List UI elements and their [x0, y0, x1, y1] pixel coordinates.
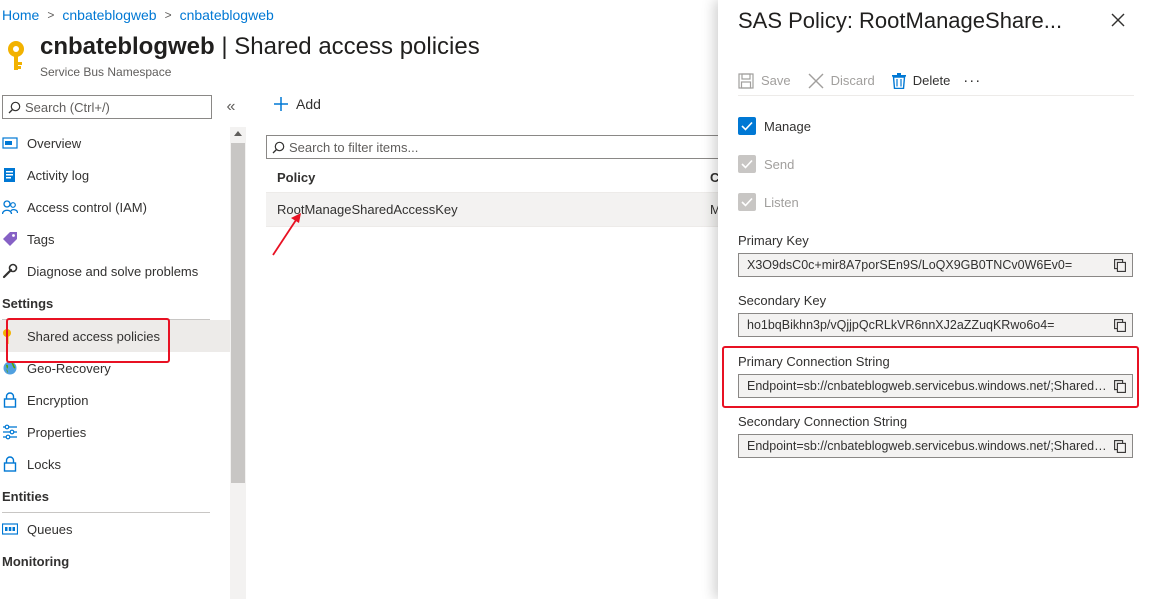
save-icon [738, 72, 754, 89]
close-blade-button[interactable] [1106, 8, 1130, 32]
sidebar-item-label: Encryption [27, 392, 89, 408]
blade-title: SAS Policy: RootManageShare... [738, 8, 1063, 33]
secondary-key-label: Secondary Key [738, 293, 827, 308]
lock-icon [3, 392, 17, 408]
more-options-button[interactable]: ··· [963, 72, 981, 89]
sidebar-item-activity-log[interactable]: Activity log [0, 159, 230, 191]
sidebar-item-diagnose[interactable]: Diagnose and solve problems [0, 255, 230, 287]
sidebar-item-label: Tags [27, 231, 55, 247]
trash-icon [891, 72, 906, 89]
chevron-right-icon: > [47, 8, 55, 22]
sidebar-item-properties[interactable]: Properties [0, 416, 230, 448]
sidebar-item-queues[interactable]: Queues [0, 513, 230, 545]
page-subtitle: Service Bus Namespace [40, 65, 172, 79]
lock-icon [3, 456, 17, 472]
people-icon [2, 200, 18, 215]
table-header: Policy C [266, 163, 726, 193]
sidebar-item-label: Overview [27, 135, 82, 151]
queue-icon [2, 523, 18, 535]
checkmark-icon [738, 193, 756, 211]
discard-label: Discard [830, 73, 875, 88]
sidebar-item-overview[interactable]: Overview [0, 127, 230, 159]
copy-icon[interactable] [1114, 319, 1126, 332]
manage-checkbox[interactable]: Manage [738, 117, 811, 135]
sidebar-item-label: Properties [27, 424, 87, 440]
scroll-up-arrow-icon[interactable] [234, 131, 242, 136]
checkmark-icon [738, 155, 756, 173]
discard-icon [808, 73, 824, 88]
breadcrumb-current[interactable]: cnbateblogweb [180, 7, 274, 23]
sidebar-section-entities: Entities [2, 488, 49, 504]
activity-log-icon [4, 168, 15, 182]
copy-icon[interactable] [1114, 440, 1126, 453]
discard-button[interactable]: Discard [808, 73, 875, 89]
collapse-sidebar-button[interactable]: « [222, 95, 240, 119]
delete-button[interactable]: Delete [891, 72, 951, 89]
blade-toolbar: Save Discard Delete ··· [738, 66, 1134, 96]
primary-key-field[interactable]: X3O9dsC0c+mir8A7porSEn9S/LoQX9GB0TNCv0W6… [738, 253, 1133, 277]
sas-policy-blade: SAS Policy: RootManageShare... Save Disc… [718, 0, 1149, 599]
close-icon [1111, 13, 1125, 27]
sidebar-item-label: Queues [27, 521, 73, 537]
sidebar-item-locks[interactable]: Locks [0, 448, 230, 480]
filter-input[interactable] [289, 139, 689, 155]
breadcrumb-home[interactable]: Home [2, 7, 39, 23]
sidebar-search[interactable] [2, 95, 212, 119]
sidebar-item-tags[interactable]: Tags [0, 223, 230, 255]
secondary-connection-string-label: Secondary Connection String [738, 414, 908, 429]
sidebar-scrollbar[interactable] [230, 127, 246, 599]
add-policy-button[interactable]: Add [274, 96, 321, 112]
highlight-box-nav [6, 318, 170, 363]
key-icon [8, 41, 24, 70]
breadcrumb: Home > cnbateblogweb > cnbateblogweb [2, 7, 274, 23]
checkmark-icon [738, 117, 756, 135]
column-header-policy[interactable]: Policy [277, 170, 315, 185]
scrollbar-thumb[interactable] [231, 143, 245, 483]
delete-label: Delete [912, 73, 951, 88]
policies-table: Policy C RootManageSharedAccessKey M [266, 163, 726, 227]
sidebar-search-input[interactable] [25, 99, 195, 115]
sidebar-item-encryption[interactable]: Encryption [0, 384, 230, 416]
sidebar-item-label: Locks [27, 456, 61, 472]
tag-icon [3, 232, 17, 246]
sidebar-section-monitoring: Monitoring [2, 553, 70, 569]
filter-search[interactable] [266, 135, 726, 159]
table-row[interactable]: RootManageSharedAccessKey M [266, 193, 726, 227]
secondary-key-value: ho1bqBikhn3p/vQjjpQcRLkVR6nnXJ2aZZuqKRwo… [747, 318, 1055, 332]
breadcrumb-namespace[interactable]: cnbateblogweb [62, 7, 156, 23]
listen-label: Listen [764, 194, 799, 210]
properties-icon [3, 424, 17, 440]
chevron-right-icon: > [164, 8, 172, 22]
send-checkbox[interactable]: Send [738, 155, 794, 173]
secondary-connection-string-field[interactable]: Endpoint=sb://cnbateblogweb.servicebus.w… [738, 434, 1133, 458]
search-icon [8, 101, 21, 113]
sidebar-item-label: Access control (IAM) [27, 199, 147, 215]
overview-icon [2, 137, 18, 149]
add-label: Add [296, 96, 321, 112]
listen-checkbox[interactable]: Listen [738, 193, 799, 211]
highlight-box-connection-string [722, 346, 1139, 408]
page-title: cnbateblogweb | Shared access policies [40, 33, 480, 60]
manage-label: Manage [764, 118, 811, 134]
sidebar-item-label: Activity log [27, 167, 90, 183]
secondary-key-field[interactable]: ho1bqBikhn3p/vQjjpQcRLkVR6nnXJ2aZZuqKRwo… [738, 313, 1133, 337]
send-label: Send [764, 156, 795, 172]
secondary-connection-string-value: Endpoint=sb://cnbateblogweb.servicebus.w… [747, 439, 1107, 453]
save-button[interactable]: Save [738, 72, 791, 89]
copy-icon[interactable] [1114, 259, 1126, 272]
wrench-icon [2, 263, 18, 279]
primary-key-value: X3O9dsC0c+mir8A7porSEn9S/LoQX9GB0TNCv0W6… [747, 258, 1073, 272]
sidebar-item-label: Diagnose and solve problems [27, 263, 199, 279]
annotation-arrow [272, 213, 301, 256]
search-icon [272, 141, 285, 153]
primary-key-label: Primary Key [738, 233, 809, 248]
save-label: Save [761, 73, 791, 88]
plus-icon [274, 97, 288, 111]
sidebar-section-settings: Settings [2, 295, 54, 311]
sidebar-item-access-control[interactable]: Access control (IAM) [0, 191, 230, 223]
